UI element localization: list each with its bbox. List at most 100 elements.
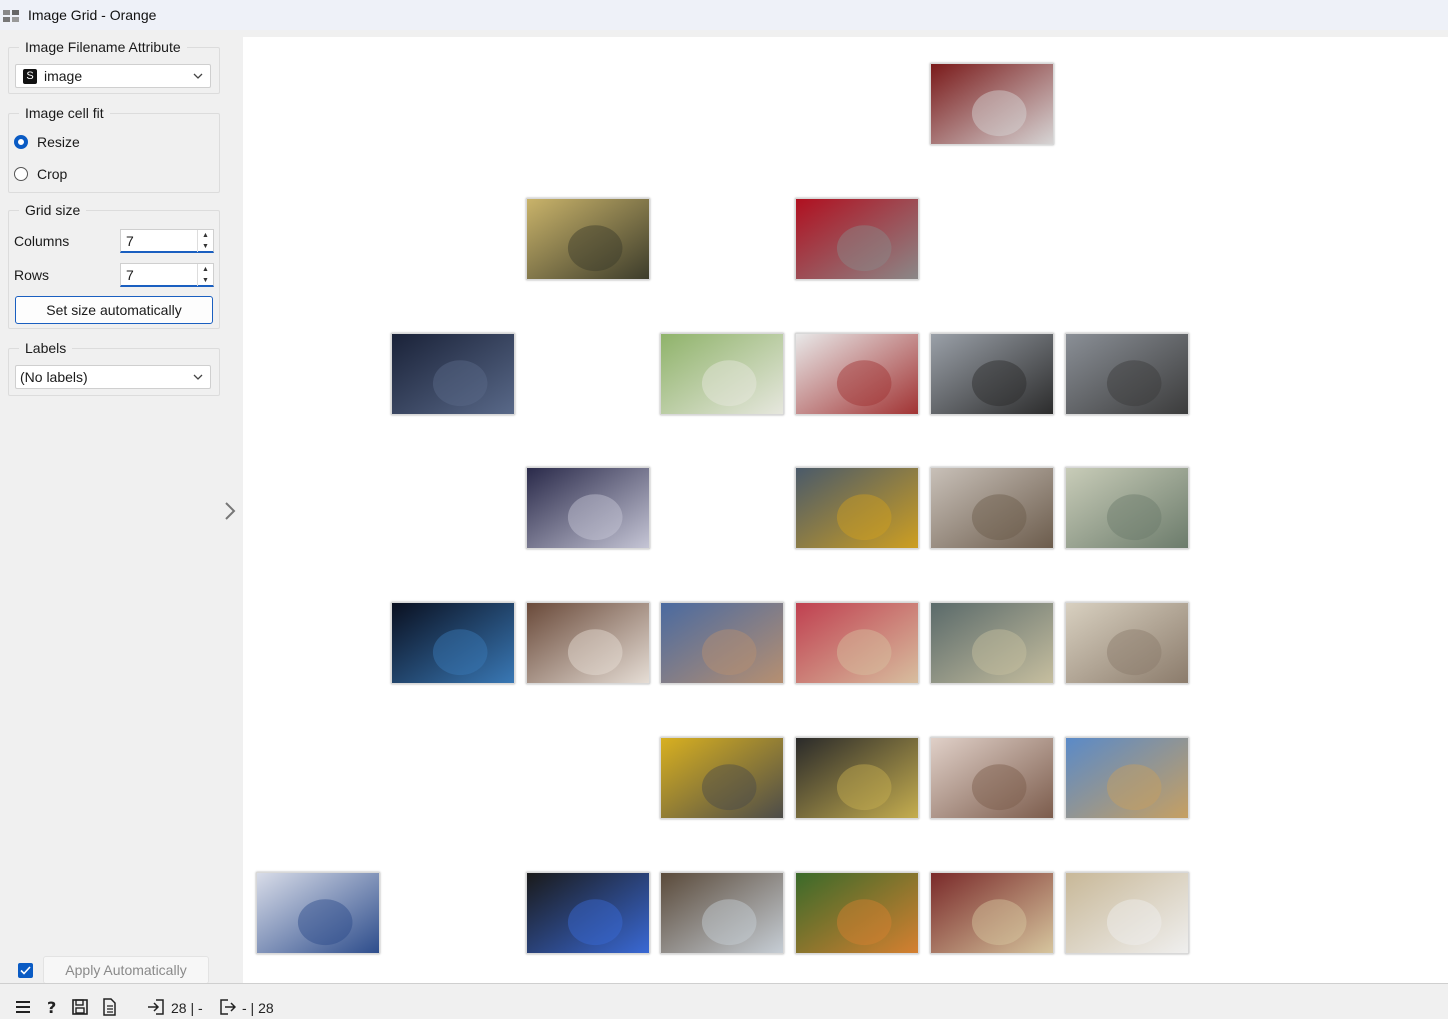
bank-office-image <box>661 334 783 414</box>
radio-resize[interactable]: Resize <box>14 134 80 150</box>
image-thumbnail[interactable] <box>256 872 380 954</box>
window-title: Image Grid - Orange <box>28 7 157 23</box>
gas-burner-image <box>527 873 649 953</box>
spin-up-icon[interactable]: ▲ <box>197 229 213 241</box>
apply-automatically-button[interactable]: Apply Automatically <box>43 956 209 984</box>
image-thumbnail[interactable] <box>660 737 784 819</box>
image-grid-canvas[interactable] <box>243 37 1448 983</box>
snow-car-image <box>931 334 1053 414</box>
collapse-panel-icon[interactable] <box>222 500 238 522</box>
group-title: Grid size <box>19 201 87 219</box>
grid-size-group: Grid size Columns 7 ▲ ▼ Rows 7 ▲ ▼ Set s… <box>8 201 220 329</box>
image-thumbnail[interactable] <box>930 63 1054 145</box>
status-bar: ? 28 | - - | 28 <box>0 983 1448 1019</box>
output-count: - | 28 <box>242 1000 274 1016</box>
oil-refinery-image <box>1066 334 1188 414</box>
columns-spinbox[interactable]: 7 ▲ ▼ <box>120 229 214 253</box>
image-thumbnail[interactable] <box>526 602 650 684</box>
image-thumbnail[interactable] <box>1065 602 1189 684</box>
image-thumbnail[interactable] <box>391 333 515 415</box>
coin-stacks-image <box>1066 738 1188 818</box>
image-thumbnail[interactable] <box>930 467 1054 549</box>
image-thumbnail[interactable] <box>930 602 1054 684</box>
supermarket-image <box>931 873 1053 953</box>
car-factory-image <box>796 468 918 548</box>
labels-combo[interactable]: (No labels) <box>15 365 211 389</box>
image-thumbnail[interactable] <box>795 333 919 415</box>
image-thumbnail[interactable] <box>1065 333 1189 415</box>
checkmark-icon <box>20 965 31 975</box>
image-thumbnail[interactable] <box>1065 467 1189 549</box>
image-thumbnail[interactable] <box>660 872 784 954</box>
help-icon[interactable]: ? <box>43 998 61 1017</box>
parcel-box-image <box>661 603 783 683</box>
image-thumbnail[interactable] <box>660 602 784 684</box>
egg-hands-image <box>931 738 1053 818</box>
traders-screens-image <box>392 334 514 414</box>
image-thumbnail[interactable] <box>930 872 1054 954</box>
radio-crop[interactable]: Crop <box>14 166 67 182</box>
group-title: Image cell fit <box>19 104 110 122</box>
spin-down-icon[interactable]: ▼ <box>197 274 213 286</box>
image-thumbnail[interactable] <box>1065 872 1189 954</box>
image-thumbnail[interactable] <box>795 602 919 684</box>
radio-unchecked-icon <box>14 167 28 181</box>
stock-chart-image <box>392 603 514 683</box>
gas-valve-image <box>661 738 783 818</box>
image-thumbnail[interactable] <box>795 467 919 549</box>
image-thumbnail[interactable] <box>660 333 784 415</box>
group-title: Labels <box>19 339 73 357</box>
dollar-bills-image <box>1066 468 1188 548</box>
image-thumbnail[interactable] <box>930 737 1054 819</box>
eggs-image <box>1066 603 1188 683</box>
street-signs-image <box>796 199 918 279</box>
spin-down-icon[interactable]: ▼ <box>197 240 213 252</box>
rows-spinbox[interactable]: 7 ▲ ▼ <box>120 263 214 287</box>
group-title: Image Filename Attribute <box>19 38 187 56</box>
svg-text:?: ? <box>47 998 56 1016</box>
save-icon[interactable] <box>71 998 89 1016</box>
image-thumbnail[interactable] <box>526 467 650 549</box>
apply-checkbox[interactable] <box>18 962 33 978</box>
menu-icon[interactable] <box>14 998 32 1016</box>
image-thumbnail[interactable] <box>795 737 919 819</box>
car-showroom-image <box>796 334 918 414</box>
silhouettes-sunset-image <box>527 199 649 279</box>
rows-value: 7 <box>126 266 134 283</box>
rows-label: Rows <box>14 267 50 283</box>
image-thumbnail[interactable] <box>526 872 650 954</box>
spin-arrows: ▲ ▼ <box>197 229 213 252</box>
radio-checked-icon <box>14 135 28 149</box>
spin-arrows: ▲ ▼ <box>197 263 213 286</box>
woman-money-image <box>661 873 783 953</box>
sewing-worker-image <box>257 873 379 953</box>
mannequins-image <box>527 468 649 548</box>
image-thumbnail[interactable] <box>795 872 919 954</box>
columns-label: Columns <box>14 233 70 249</box>
spin-up-icon[interactable]: ▲ <box>197 263 213 275</box>
columns-value: 7 <box>126 232 134 249</box>
title-bar: Image Grid - Orange <box>0 0 1448 30</box>
image-thumbnail[interactable] <box>391 602 515 684</box>
report-icon[interactable] <box>100 998 118 1016</box>
image-thumbnail[interactable] <box>930 333 1054 415</box>
apply-row: Apply Automatically <box>18 956 209 984</box>
input-count: 28 | - <box>171 1000 203 1016</box>
image-thumbnail[interactable] <box>1065 737 1189 819</box>
string-type-icon: S <box>23 68 37 84</box>
app-icon <box>2 7 24 23</box>
market-stall-image <box>796 603 918 683</box>
combo-value: (No labels) <box>20 369 88 385</box>
filename-attribute-combo[interactable]: S image <box>15 64 211 88</box>
radio-label: Crop <box>37 166 68 182</box>
set-size-automatically-button[interactable]: Set size automatically <box>15 296 213 324</box>
dollar-roll-image <box>931 603 1053 683</box>
radio-label: Resize <box>37 134 80 150</box>
image-thumbnail[interactable] <box>795 198 919 280</box>
image-thumbnail[interactable] <box>526 198 650 280</box>
input-icon <box>147 998 165 1016</box>
vegetables-image <box>796 873 918 953</box>
tv-studio-image <box>527 603 649 683</box>
output-icon <box>218 998 237 1016</box>
combo-value: image <box>44 68 83 84</box>
